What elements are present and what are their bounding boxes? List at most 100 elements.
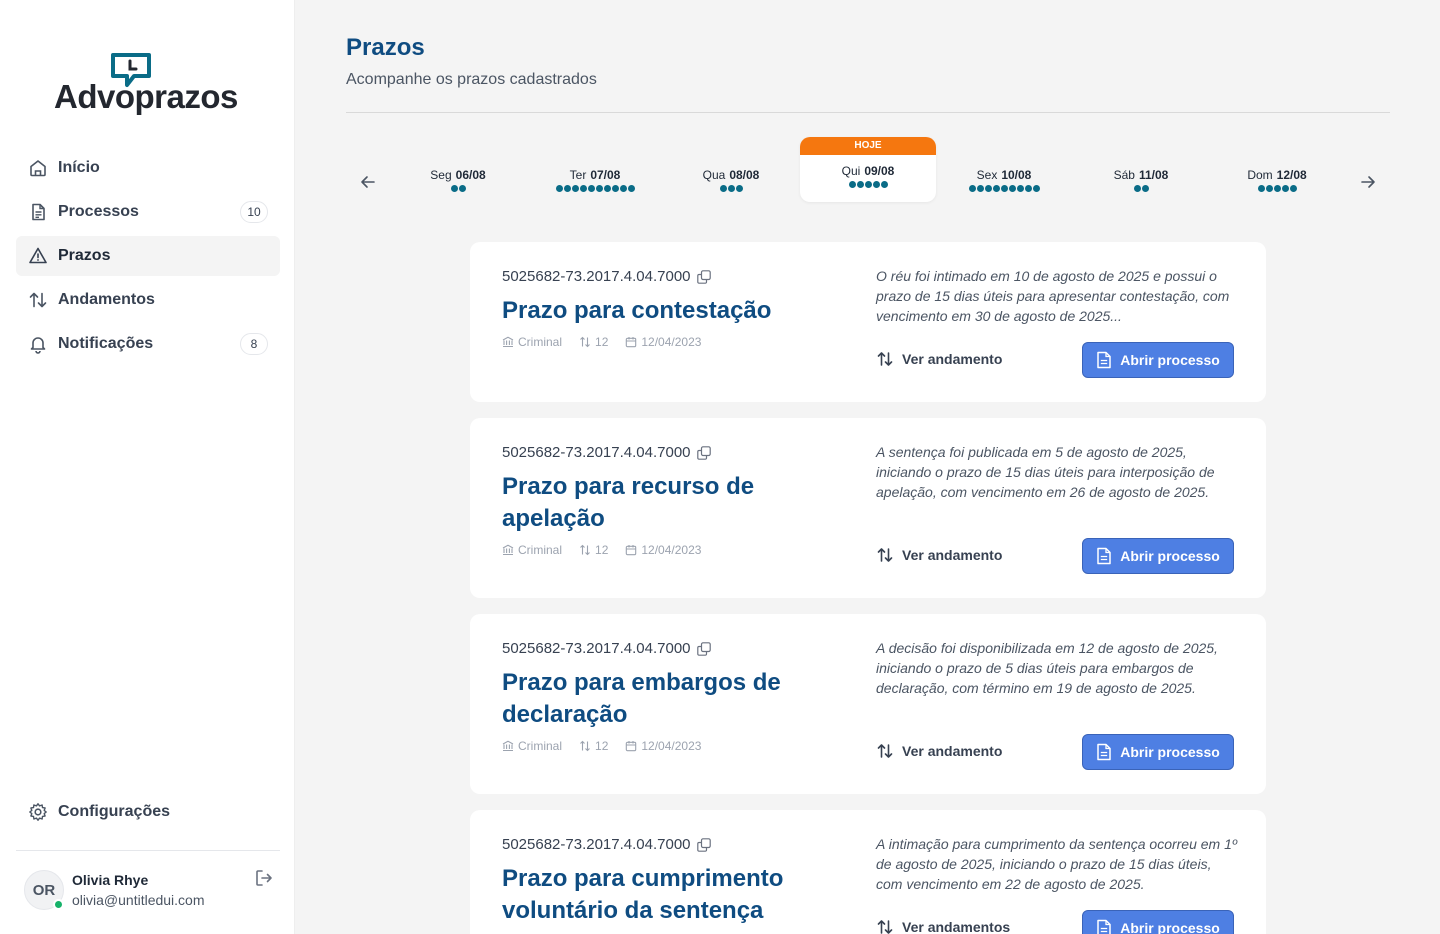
day-date: 10/08 xyxy=(1001,168,1032,182)
meta-area: Criminal xyxy=(518,543,563,557)
day-chip-sab[interactable]: Sáb 11/08 xyxy=(1073,160,1209,204)
sort-arrows-icon xyxy=(580,544,590,556)
deadline-dot xyxy=(579,185,587,192)
document-icon xyxy=(28,202,48,222)
deadline-dot xyxy=(727,185,735,192)
day-date: 08/08 xyxy=(729,168,760,182)
deadline-dot xyxy=(1281,185,1289,192)
sidebar-item-andamentos[interactable]: Andamentos xyxy=(16,280,280,320)
deadline-dot xyxy=(595,185,603,192)
deadline-dot xyxy=(1008,185,1016,192)
day-weekday: Seg xyxy=(430,168,452,182)
view-progress-link[interactable]: Ver andamentos xyxy=(876,918,1010,934)
view-progress-link[interactable]: Ver andamento xyxy=(876,350,1002,368)
process-number: 5025682-73.2017.4.04.7000 xyxy=(502,444,691,461)
sidebar-item-processos[interactable]: Processos 10 xyxy=(16,192,280,232)
settings-section: Configurações xyxy=(16,792,280,836)
copy-icon[interactable] xyxy=(696,641,711,656)
sort-arrows-icon xyxy=(580,740,590,752)
deadline-dot xyxy=(1000,185,1008,192)
document-icon xyxy=(1097,919,1111,934)
process-number-row: 5025682-73.2017.4.04.7000 xyxy=(502,640,711,657)
view-progress-link[interactable]: Ver andamento xyxy=(876,742,1002,760)
deadline-dot xyxy=(450,185,458,192)
deadline-dot xyxy=(1016,185,1024,192)
open-process-label: Abrir processo xyxy=(1120,352,1220,368)
day-chip-ter[interactable]: Ter 07/08 xyxy=(527,160,663,204)
copy-icon[interactable] xyxy=(696,269,711,284)
meta-count: 12 xyxy=(595,335,609,349)
open-process-button[interactable]: Abrir processo xyxy=(1082,342,1234,378)
view-progress-link[interactable]: Ver andamento xyxy=(876,546,1002,564)
page-title: Prazos xyxy=(346,34,425,61)
deadline-title: Prazo para cumprimento voluntário da sen… xyxy=(502,865,784,924)
day-chip-dom[interactable]: Dom 12/08 xyxy=(1209,160,1345,204)
deadline-description: A sentença foi publicada em 5 de agosto … xyxy=(876,444,1215,500)
calendar-icon xyxy=(626,741,637,752)
copy-icon[interactable] xyxy=(696,837,711,852)
day-weekday: Qua xyxy=(702,168,726,182)
deadline-dot xyxy=(587,185,595,192)
view-progress-label: Ver andamentos xyxy=(902,919,1011,934)
sidebar-divider xyxy=(16,850,280,851)
previous-week-arrow-icon[interactable] xyxy=(358,172,378,192)
deadline-description: O réu foi intimado em 10 de agosto de 20… xyxy=(876,268,1230,324)
open-process-button[interactable]: Abrir processo xyxy=(1082,538,1234,574)
warning-icon xyxy=(28,246,48,266)
deadline-dot xyxy=(1273,185,1281,192)
deadline-dot xyxy=(976,185,984,192)
meta-count: 12 xyxy=(595,739,609,753)
open-process-button[interactable]: Abrir processo xyxy=(1082,910,1234,934)
gear-icon xyxy=(28,802,48,822)
logo[interactable]: Advoprazos xyxy=(54,52,254,122)
court-icon xyxy=(502,740,514,752)
view-progress-label: Ver andamento xyxy=(902,743,1003,759)
sidebar-item-inicio[interactable]: Início xyxy=(16,148,280,188)
logout-icon[interactable] xyxy=(254,868,274,888)
day-chip-qua[interactable]: Qua 08/08 xyxy=(663,160,799,204)
arrows-updown-icon xyxy=(877,744,893,758)
day-dots xyxy=(1073,184,1209,192)
copy-icon[interactable] xyxy=(696,445,711,460)
sidebar-item-label: Processos xyxy=(58,203,139,220)
deadline-dot xyxy=(603,185,611,192)
calendar-icon xyxy=(626,337,637,348)
day-weekday: Dom xyxy=(1247,168,1273,182)
day-weekday: Sáb xyxy=(1113,168,1135,182)
deadline-dot xyxy=(555,185,563,192)
deadline-description: A intimação para cumprimento da sentença… xyxy=(876,836,1237,892)
open-process-label: Abrir processo xyxy=(1120,744,1220,760)
brand-name: Advoprazos xyxy=(54,78,238,115)
day-weekday: Sex xyxy=(976,168,998,182)
sidebar-item-label: Notificações xyxy=(58,335,154,352)
open-process-button[interactable]: Abrir processo xyxy=(1082,734,1234,770)
day-chip-today[interactable]: HOJE Qui 09/08 xyxy=(800,137,936,202)
day-chip-seg[interactable]: Seg 06/08 xyxy=(390,160,526,204)
sidebar: Advoprazos Início Processos 10 Prazos An… xyxy=(0,0,295,934)
deadline-card: 5025682-73.2017.4.04.7000 Prazo para emb… xyxy=(470,614,1266,794)
sidebar-item-label: Início xyxy=(58,159,100,176)
arrows-updown-icon xyxy=(877,920,893,934)
deadline-card: 5025682-73.2017.4.04.7000 Prazo para rec… xyxy=(470,418,1266,598)
deadline-dot xyxy=(848,181,856,188)
sidebar-item-prazos[interactable]: Prazos xyxy=(16,236,280,276)
today-label: HOJE xyxy=(800,137,936,155)
court-icon xyxy=(502,544,514,556)
deadline-dot xyxy=(1024,185,1032,192)
day-date: 07/08 xyxy=(590,168,621,182)
deadline-dot xyxy=(571,185,579,192)
deadline-title: Prazo para embargos de declaração xyxy=(502,669,781,728)
day-weekday: Qui xyxy=(841,164,861,178)
next-week-arrow-icon[interactable] xyxy=(1358,172,1378,192)
day-chip-sex[interactable]: Sex 10/08 xyxy=(936,160,1072,204)
sidebar-item-configuracoes[interactable]: Configurações xyxy=(16,792,280,832)
deadline-dot xyxy=(458,185,466,192)
count-badge: 10 xyxy=(240,201,268,223)
sidebar-item-notificacoes[interactable]: Notificações 8 xyxy=(16,324,280,364)
page-subtitle: Acompanhe os prazos cadastrados xyxy=(346,71,597,88)
deadline-meta: Criminal 12 12/04/2023 xyxy=(502,739,718,753)
meta-date: 12/04/2023 xyxy=(641,335,702,349)
deadline-dot xyxy=(880,181,888,188)
deadline-meta: Criminal 12 12/04/2023 xyxy=(502,543,718,557)
document-icon xyxy=(1097,743,1111,761)
